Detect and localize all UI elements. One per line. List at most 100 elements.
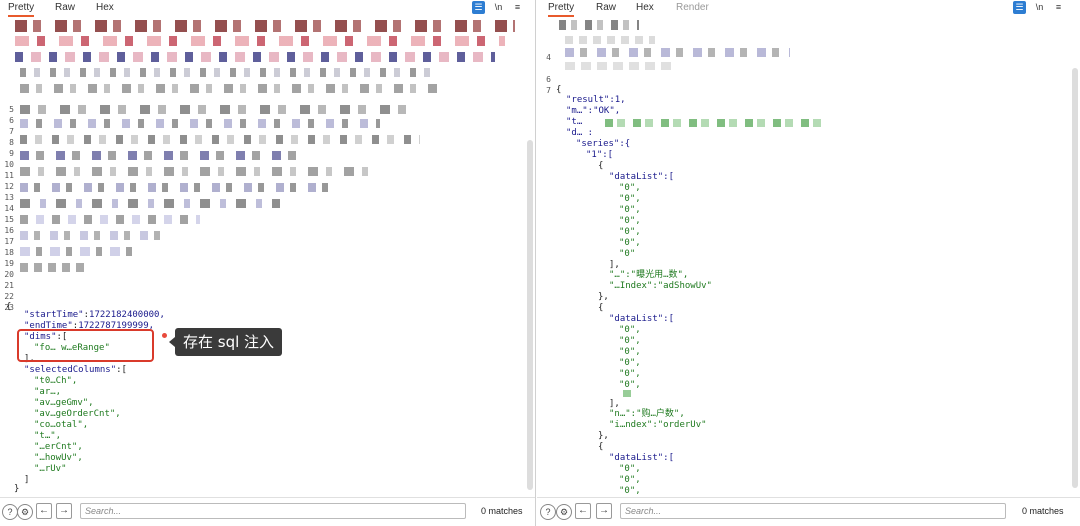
line-number: 5: [9, 105, 14, 114]
request-tabs: Pretty Raw Hex ☰ \n ≡: [0, 0, 535, 17]
tab-raw[interactable]: Raw: [55, 2, 75, 13]
line-number: 18: [4, 248, 14, 257]
json-value: "…howUv",: [34, 453, 83, 463]
tab-pretty[interactable]: Pretty: [8, 2, 35, 17]
line-number: 19: [4, 259, 14, 268]
response-scrollbar[interactable]: [1072, 68, 1078, 488]
redacted-block: [20, 68, 440, 77]
json-value: "0",: [619, 194, 641, 204]
redacted-block: [565, 48, 790, 57]
redacted-block: [15, 20, 515, 32]
json-value: "0",: [619, 325, 641, 335]
json-entry: "t…: [566, 117, 583, 127]
redacted-block: [623, 390, 631, 397]
redacted-block: [559, 20, 639, 30]
json-brace: }: [14, 484, 20, 494]
sql-injection-highlight: [17, 329, 154, 362]
menu-icon[interactable]: ≡: [511, 1, 524, 14]
json-key: "selectedColumns": [24, 365, 117, 375]
response-tabs: Pretty Raw Hex Render ☰ \n ≡: [537, 0, 1080, 17]
redacted-block: [20, 231, 170, 240]
response-body[interactable]: 4 6 7 { "result":1, "m…":"OK", "t… "d… :…: [537, 18, 1080, 496]
json-brace: {: [556, 85, 562, 95]
annotation-label: 存在 sql 注入: [168, 328, 283, 356]
line-number: 7: [546, 86, 551, 95]
tab-pretty[interactable]: Pretty: [548, 2, 575, 17]
json-entry: "i…ndex":"orderUv": [609, 420, 707, 430]
request-body[interactable]: 5 6 7 8 9 10 11 12 13 14 15 16 17 18 19 …: [0, 18, 535, 496]
redacted-block: [565, 62, 675, 70]
json-value: "co…otal",: [34, 420, 89, 430]
json-entry: "…Index":"adShowUv": [609, 281, 712, 291]
response-footer: ? ⚙ ← → Search... 0 matches: [537, 497, 1080, 526]
settings-icon[interactable]: ⚙: [17, 504, 33, 520]
search-input[interactable]: Search...: [80, 503, 466, 519]
tab-render[interactable]: Render: [676, 2, 709, 13]
line-number: 21: [4, 281, 14, 290]
json-value: "…rUv": [34, 464, 67, 474]
redacted-block: [20, 263, 90, 272]
json-value: "av…geGmv",: [34, 398, 94, 408]
json-entry: "n…":"购…户数",: [609, 409, 685, 419]
line-number: 10: [4, 160, 14, 169]
json-value: "0",: [619, 347, 641, 357]
json-value: "av…geOrderCnt",: [34, 409, 121, 419]
json-entry: "…":"曝光用…数",: [609, 270, 689, 280]
line-number: 6: [546, 75, 551, 84]
json-value: "0",: [619, 216, 641, 226]
tab-raw[interactable]: Raw: [596, 2, 616, 13]
newline-toggle[interactable]: \n: [492, 1, 505, 14]
help-icon[interactable]: ?: [2, 504, 18, 520]
json-value: "t…",: [34, 431, 62, 441]
json-punct: :[: [116, 365, 127, 375]
json-entry: "1":[: [586, 150, 614, 160]
line-number: 6: [9, 116, 14, 125]
line-number: 9: [9, 149, 14, 158]
settings-icon[interactable]: ⚙: [556, 504, 572, 520]
json-entry: "result":1,: [566, 95, 626, 105]
json-punct: ]: [24, 475, 30, 485]
line-number: 16: [4, 226, 14, 235]
redacted-block: [20, 105, 420, 114]
forward-button[interactable]: →: [596, 503, 612, 519]
json-value: "0",: [619, 336, 641, 346]
back-button[interactable]: ←: [36, 503, 52, 519]
redacted-block: [20, 247, 140, 256]
redacted-block: [20, 151, 300, 160]
json-entry: "series":{: [576, 139, 631, 149]
json-value: "0",: [619, 183, 641, 193]
json-value: "0",: [619, 358, 641, 368]
json-value: "0",: [619, 464, 641, 474]
help-icon[interactable]: ?: [540, 504, 556, 520]
forward-button[interactable]: →: [56, 503, 72, 519]
json-value: "0",: [619, 486, 641, 496]
match-count: 0 matches: [481, 506, 523, 516]
wrap-toggle-icon[interactable]: ☰: [1013, 1, 1026, 14]
wrap-toggle-icon[interactable]: ☰: [472, 1, 485, 14]
line-number: 11: [4, 171, 14, 180]
request-pane: Pretty Raw Hex ☰ \n ≡ 5 6 7 8 9 10 11 12…: [0, 0, 536, 526]
back-button[interactable]: ←: [575, 503, 591, 519]
line-number: 15: [4, 215, 14, 224]
newline-toggle[interactable]: \n: [1033, 1, 1046, 14]
redacted-block: [605, 119, 825, 127]
json-value: "0",: [619, 227, 641, 237]
line-number: 7: [9, 127, 14, 136]
redacted-block: [20, 183, 340, 192]
menu-icon[interactable]: ≡: [1052, 1, 1065, 14]
json-entry: "dataList":[: [609, 314, 675, 324]
line-number: 4: [546, 53, 551, 62]
json-value: "0",: [619, 238, 641, 248]
search-input[interactable]: Search...: [620, 503, 1006, 519]
json-value: "t0…Ch",: [34, 376, 78, 386]
redacted-block: [20, 215, 200, 224]
line-number: 20: [4, 270, 14, 279]
json-entry: "m…":"OK",: [566, 106, 621, 116]
json-value: "0",: [619, 475, 641, 485]
request-scrollbar[interactable]: [527, 140, 533, 490]
json-value: "…erCnt",: [34, 442, 83, 452]
tab-hex[interactable]: Hex: [96, 2, 114, 13]
line-number: 17: [4, 237, 14, 246]
tab-hex[interactable]: Hex: [636, 2, 654, 13]
json-entry: "d… :: [566, 128, 594, 138]
